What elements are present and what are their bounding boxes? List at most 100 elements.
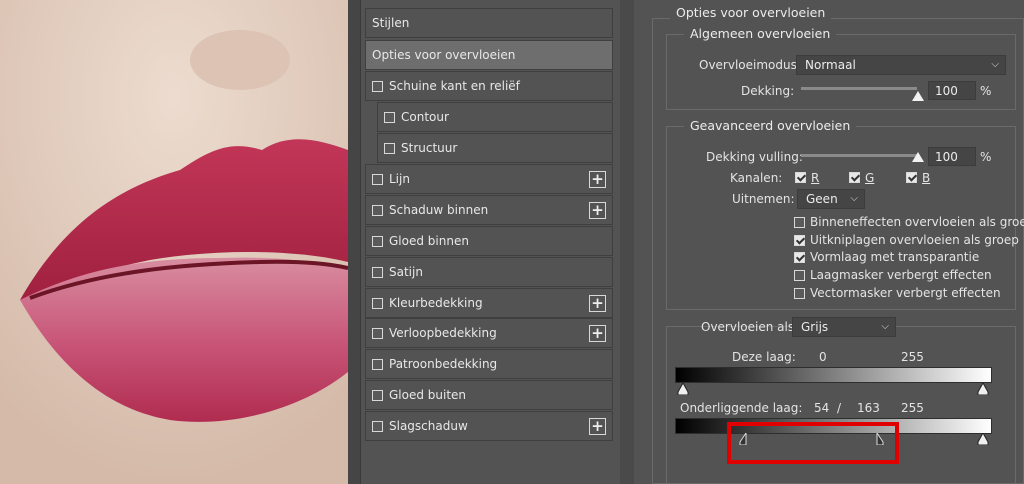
transparency-shapes-label: Vormlaag met transparantie [810,250,980,264]
knockout-select[interactable]: Geen ⌵ [797,189,865,209]
fill-opacity-value: 100 [935,149,958,164]
style-item-label: Opties voor overvloeien [372,48,516,62]
style-item-label: Lijn [389,172,410,186]
style-item-label: Schuine kant en reliëf [389,79,520,93]
channel-g-label: G [865,171,875,185]
opacity-value: 100 [935,83,958,98]
canvas-photo [0,0,348,484]
this-layer-black-stop-icon[interactable] [677,383,689,395]
channel-g-checkbox[interactable] [849,172,860,183]
fill-opacity-slider-thumb[interactable] [912,152,924,162]
blend-clipped-layers-checkbox[interactable] [794,235,805,246]
add-effect-plus-icon[interactable]: + [589,202,606,219]
style-item-stijlen[interactable]: Stijlen [365,8,613,38]
style-item-inner-glow[interactable]: Gloed binnen [365,226,613,256]
style-item-label: Contour [401,110,449,124]
add-effect-plus-icon[interactable]: + [589,325,606,342]
style-item-stroke[interactable]: Lijn + [365,164,613,194]
blend-if-select[interactable]: Grijs ⌵ [792,317,896,337]
underlying-slash: / [837,401,842,415]
underlying-layer-label: Onderliggende laag: [680,401,803,415]
channel-r-label: R [811,171,820,185]
opacity-unit: % [980,84,992,98]
this-layer-white-stop-icon[interactable] [977,383,989,395]
style-item-color-overlay[interactable]: Kleurbedekking + [365,288,613,318]
style-item-drop-shadow[interactable]: Slagschaduw + [365,411,613,441]
fill-opacity-unit: % [980,150,992,164]
blending-options-title: Opties voor overvloeien [670,5,832,20]
style-item-label: Verloopbedekking [389,326,497,340]
style-item-texture[interactable]: Structuur [377,133,613,163]
style-checkbox[interactable] [372,204,383,216]
panel-divider [348,0,360,484]
style-checkbox[interactable] [372,358,383,370]
this-layer-label: Deze laag: [732,350,796,364]
style-checkbox[interactable] [372,327,383,339]
style-item-inner-shadow[interactable]: Schaduw binnen + [365,195,613,225]
panel-separator [620,0,634,484]
channel-b-checkbox[interactable] [906,172,917,183]
add-effect-plus-icon[interactable]: + [589,418,606,435]
style-item-contour[interactable]: Contour [377,102,613,132]
opacity-slider-track[interactable] [801,87,917,90]
underlying-max-value: 255 [901,401,924,415]
general-blending-title: Algemeen overvloeien [684,26,837,41]
channel-b-label: B [922,171,931,185]
blend-interior-effects-label: Binneneffecten overvloeien als groep [810,215,1024,229]
style-item-label: Gloed binnen [389,234,469,248]
knockout-label: Uitnemen: [732,192,795,206]
blending-options-panel: Opties voor overvloeien Algemeen overvlo… [634,0,1024,484]
layer-mask-hides-label: Laagmasker verbergt effecten [810,268,992,282]
add-effect-plus-icon[interactable]: + [589,295,606,312]
style-checkbox[interactable] [372,173,383,185]
red-highlight-box [727,422,899,464]
blend-mode-value: Normaal [805,58,856,72]
style-checkbox[interactable] [372,80,383,92]
opacity-slider-thumb[interactable] [912,91,924,101]
blend-if-label: Overvloeien als: [701,320,799,334]
underlying-low-value: 54 [814,401,830,415]
fill-opacity-label: Dekking vulling: [706,150,803,164]
fill-opacity-field[interactable]: 100 [928,147,976,166]
channel-r-checkbox[interactable] [795,172,806,183]
channels-label: Kanalen: [730,171,783,185]
style-item-label: Satijn [389,265,423,279]
lips-image [0,0,348,484]
fill-opacity-slider-track[interactable] [801,154,917,157]
opacity-field[interactable]: 100 [928,81,976,100]
style-item-label: Structuur [401,141,458,155]
style-item-outer-glow[interactable]: Gloed buiten [365,380,613,410]
opacity-label: Dekking: [741,84,795,98]
chevron-down-icon: ⌵ [850,193,858,204]
style-item-label: Gloed buiten [389,388,467,402]
add-effect-plus-icon[interactable]: + [589,171,606,188]
style-item-label: Patroonbedekking [389,357,498,371]
blend-interior-effects-checkbox[interactable] [794,217,805,228]
style-checkbox[interactable] [372,297,383,309]
style-checkbox[interactable] [372,235,383,247]
this-layer-gradient-bar[interactable] [675,367,992,383]
style-item-satin[interactable]: Satijn [365,257,613,287]
blend-mode-select[interactable]: Normaal ⌵ [796,55,1006,75]
chevron-down-icon: ⌵ [991,59,999,70]
style-checkbox[interactable] [372,420,383,432]
vector-mask-hides-checkbox[interactable] [794,288,805,299]
style-item-label: Kleurbedekking [389,296,483,310]
this-layer-min: 0 [819,350,827,364]
style-item-bevel-emboss[interactable]: Schuine kant en reliëf [365,71,613,101]
knockout-value: Geen [806,192,838,206]
layer-mask-hides-checkbox[interactable] [794,270,805,281]
style-item-blending-options[interactable]: Opties voor overvloeien [365,40,613,70]
style-item-pattern-overlay[interactable]: Patroonbedekking [365,349,613,379]
style-checkbox[interactable] [384,111,395,123]
vector-mask-hides-label: Vectormasker verbergt effecten [810,286,1001,300]
style-item-gradient-overlay[interactable]: Verloopbedekking + [365,318,613,348]
this-layer-max: 255 [901,350,924,364]
underlying-white-stop-icon[interactable] [977,433,989,445]
transparency-shapes-checkbox[interactable] [794,252,805,263]
chevron-down-icon: ⌵ [881,321,889,332]
style-checkbox[interactable] [372,266,383,278]
style-checkbox[interactable] [372,389,383,401]
style-checkbox[interactable] [384,142,395,154]
advanced-blending-title: Geavanceerd overvloeien [684,118,857,133]
